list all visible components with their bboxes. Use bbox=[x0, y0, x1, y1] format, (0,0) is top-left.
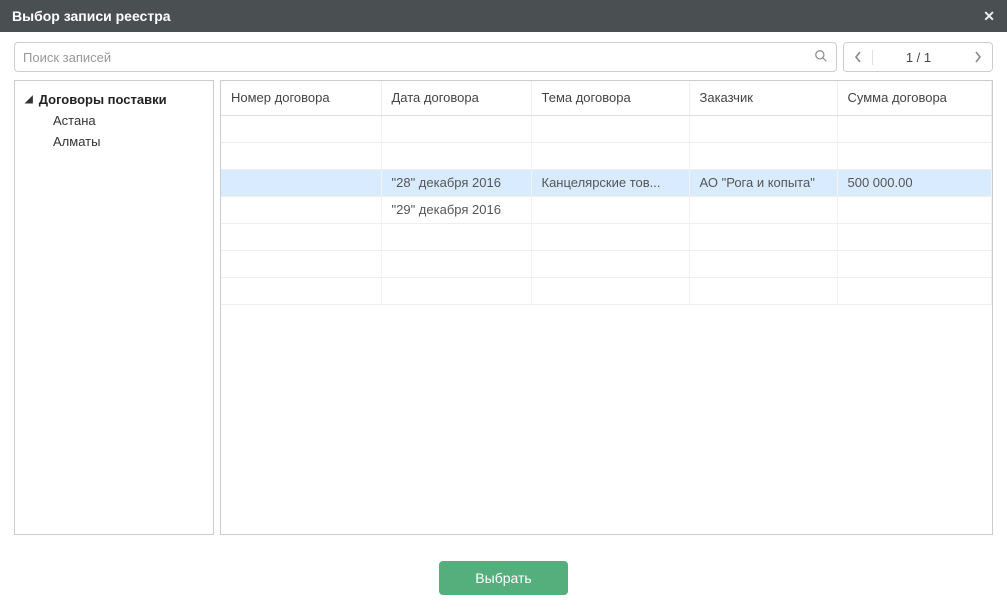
tree-child-item[interactable]: Астана bbox=[25, 110, 203, 131]
next-page-button[interactable] bbox=[964, 43, 992, 71]
tree-child-label: Астана bbox=[53, 113, 96, 128]
table-cell: 500 000.00 bbox=[837, 169, 992, 196]
paginator: 1 / 1 bbox=[843, 42, 993, 72]
table-cell bbox=[837, 250, 992, 277]
table-cell bbox=[837, 115, 992, 142]
table-cell bbox=[689, 250, 837, 277]
column-header[interactable]: Дата договора bbox=[381, 81, 531, 115]
table-row[interactable]: "29" декабря 2016 bbox=[221, 196, 992, 223]
prev-page-button[interactable] bbox=[844, 43, 872, 71]
table-cell bbox=[689, 115, 837, 142]
table-cell bbox=[531, 223, 689, 250]
table-cell bbox=[531, 142, 689, 169]
toolbar: 1 / 1 bbox=[0, 32, 1007, 80]
table-row[interactable] bbox=[221, 115, 992, 142]
table-cell: АО "Рога и копыта" bbox=[689, 169, 837, 196]
table-row[interactable]: "28" декабря 2016Канцелярские тов...АО "… bbox=[221, 169, 992, 196]
records-table: Номер договора Дата договора Тема догово… bbox=[221, 81, 992, 305]
table-cell bbox=[381, 115, 531, 142]
page-indicator: 1 / 1 bbox=[872, 50, 964, 65]
table-cell bbox=[221, 223, 381, 250]
table-cell bbox=[837, 223, 992, 250]
tree-sidebar: ◢ Договоры поставки Астана Алматы bbox=[14, 80, 214, 535]
registry-record-dialog: Выбор записи реестра ✕ 1 / 1 ◢ Договоры … bbox=[0, 0, 1007, 611]
table-cell bbox=[221, 142, 381, 169]
column-header[interactable]: Номер договора bbox=[221, 81, 381, 115]
table-cell bbox=[221, 169, 381, 196]
table-cell bbox=[381, 223, 531, 250]
table-header-row: Номер договора Дата договора Тема догово… bbox=[221, 81, 992, 115]
dialog-title-bar: Выбор записи реестра ✕ bbox=[0, 0, 1007, 32]
grid-container: Номер договора Дата договора Тема догово… bbox=[220, 80, 993, 535]
table-cell bbox=[381, 277, 531, 304]
table-cell bbox=[221, 250, 381, 277]
table-cell bbox=[381, 250, 531, 277]
table-row[interactable] bbox=[221, 142, 992, 169]
tree-root-label: Договоры поставки bbox=[39, 92, 167, 107]
table-cell bbox=[221, 196, 381, 223]
table-cell bbox=[531, 250, 689, 277]
table-cell bbox=[689, 196, 837, 223]
caret-down-icon: ◢ bbox=[25, 94, 33, 105]
table-cell bbox=[531, 115, 689, 142]
table-cell bbox=[689, 277, 837, 304]
search-input[interactable] bbox=[23, 50, 814, 65]
table-cell bbox=[221, 115, 381, 142]
table-cell bbox=[531, 196, 689, 223]
table-cell bbox=[837, 196, 992, 223]
table-cell: Канцелярские тов... bbox=[531, 169, 689, 196]
table-cell bbox=[837, 277, 992, 304]
tree-root-item[interactable]: ◢ Договоры поставки bbox=[25, 89, 203, 110]
select-button[interactable]: Выбрать bbox=[439, 561, 567, 595]
search-box bbox=[14, 42, 837, 72]
table-cell bbox=[221, 277, 381, 304]
tree-child-item[interactable]: Алматы bbox=[25, 131, 203, 152]
column-header[interactable]: Сумма договора bbox=[837, 81, 992, 115]
column-header[interactable]: Заказчик bbox=[689, 81, 837, 115]
table-row[interactable] bbox=[221, 277, 992, 304]
close-icon[interactable]: ✕ bbox=[983, 8, 995, 25]
dialog-body: ◢ Договоры поставки Астана Алматы Номер … bbox=[0, 80, 1007, 545]
search-icon[interactable] bbox=[814, 49, 828, 66]
table-cell: "29" декабря 2016 bbox=[381, 196, 531, 223]
table-cell bbox=[381, 142, 531, 169]
table-cell bbox=[689, 142, 837, 169]
table-cell bbox=[531, 277, 689, 304]
dialog-footer: Выбрать bbox=[0, 545, 1007, 611]
table-cell: "28" декабря 2016 bbox=[381, 169, 531, 196]
table-cell bbox=[837, 142, 992, 169]
table-cell bbox=[689, 223, 837, 250]
table-row[interactable] bbox=[221, 250, 992, 277]
column-header[interactable]: Тема договора bbox=[531, 81, 689, 115]
table-row[interactable] bbox=[221, 223, 992, 250]
dialog-title: Выбор записи реестра bbox=[12, 8, 171, 24]
tree-child-label: Алматы bbox=[53, 134, 100, 149]
